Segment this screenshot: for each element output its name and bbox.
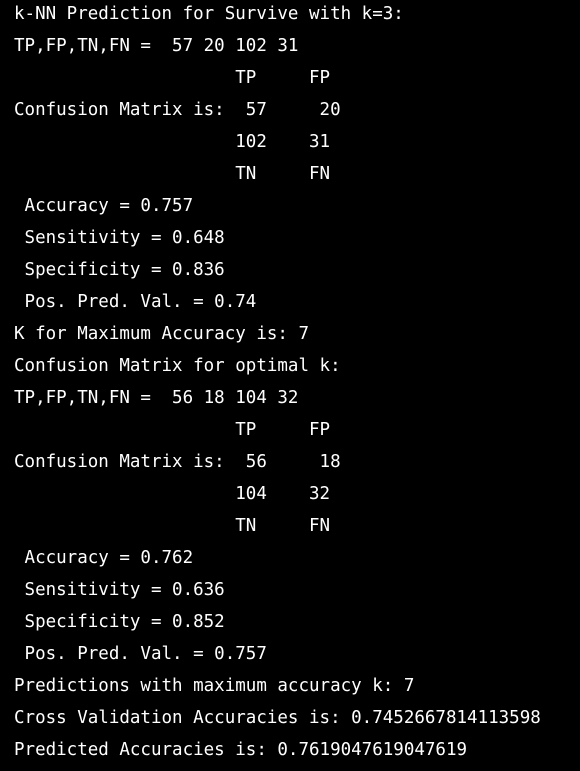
console-line-accuracy: Accuracy = 0.757 [14,196,194,216]
console-line-matrix-header: TP FP [14,68,331,88]
console-line-matrix-row2: 102 31 [14,132,331,152]
console-line-max-k: K for Maximum Accuracy is: 7 [14,324,310,344]
console-line-matrix-row1: Confusion Matrix is: 57 20 [14,100,341,120]
console-line-optimal-row2: 104 32 [14,484,331,504]
console-line-predicted-accuracies: Predicted Accuracies is: 0.7619047619047… [14,740,468,760]
console-line-ppv: Pos. Pred. Val. = 0.74 [14,292,257,312]
console-line-optimal-ppv: Pos. Pred. Val. = 0.757 [14,644,267,664]
console-line-cv-accuracies: Cross Validation Accuracies is: 0.745266… [14,708,541,728]
console-line-counts: TP,FP,TN,FN = 57 20 102 31 [14,36,299,56]
console-line-optimal-specificity: Specificity = 0.852 [14,612,225,632]
console-line-optimal-title: Confusion Matrix for optimal k: [14,356,341,376]
console-line-optimal-footer: TN FN [14,516,331,536]
console-line-predictions-k: Predictions with maximum accuracy k: 7 [14,676,415,696]
console-line-optimal-header: TP FP [14,420,331,440]
console-output[interactable]: k-NN Prediction for Survive with k=3: TP… [0,0,580,771]
console-line-optimal-sensitivity: Sensitivity = 0.636 [14,580,225,600]
console-line-optimal-counts: TP,FP,TN,FN = 56 18 104 32 [14,388,299,408]
console-line-matrix-footer: TN FN [14,164,331,184]
console-line-specificity: Specificity = 0.836 [14,260,225,280]
console-line-optimal-accuracy: Accuracy = 0.762 [14,548,194,568]
console-line-optimal-row1: Confusion Matrix is: 56 18 [14,452,341,472]
console-line-sensitivity: Sensitivity = 0.648 [14,228,225,248]
console-line-title: k-NN Prediction for Survive with k=3: [14,4,404,24]
